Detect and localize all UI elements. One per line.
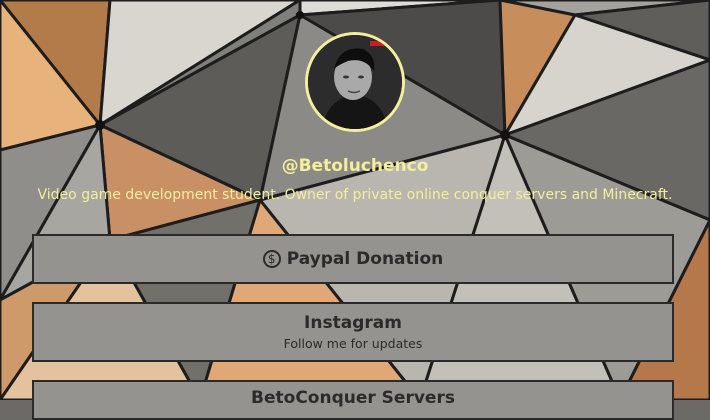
link-title: Paypal Donation [286,249,444,269]
dollar-icon: $ [262,250,281,268]
paypal-donation-button[interactable]: $ Paypal Donation [32,234,674,284]
avatar [305,32,405,132]
link-title: Instagram [304,313,402,333]
avatar-photo [308,35,402,129]
instagram-button[interactable]: Instagram Follow me for updates [32,302,674,362]
link-subtitle: Follow me for updates [283,336,423,351]
betoconquer-servers-button[interactable]: BetoConquer Servers [32,380,674,420]
profile-handle: @Betoluchenco [281,156,429,176]
profile-bio: Video game development student. Owner of… [37,187,673,203]
link-title: BetoConquer Servers [251,388,455,408]
